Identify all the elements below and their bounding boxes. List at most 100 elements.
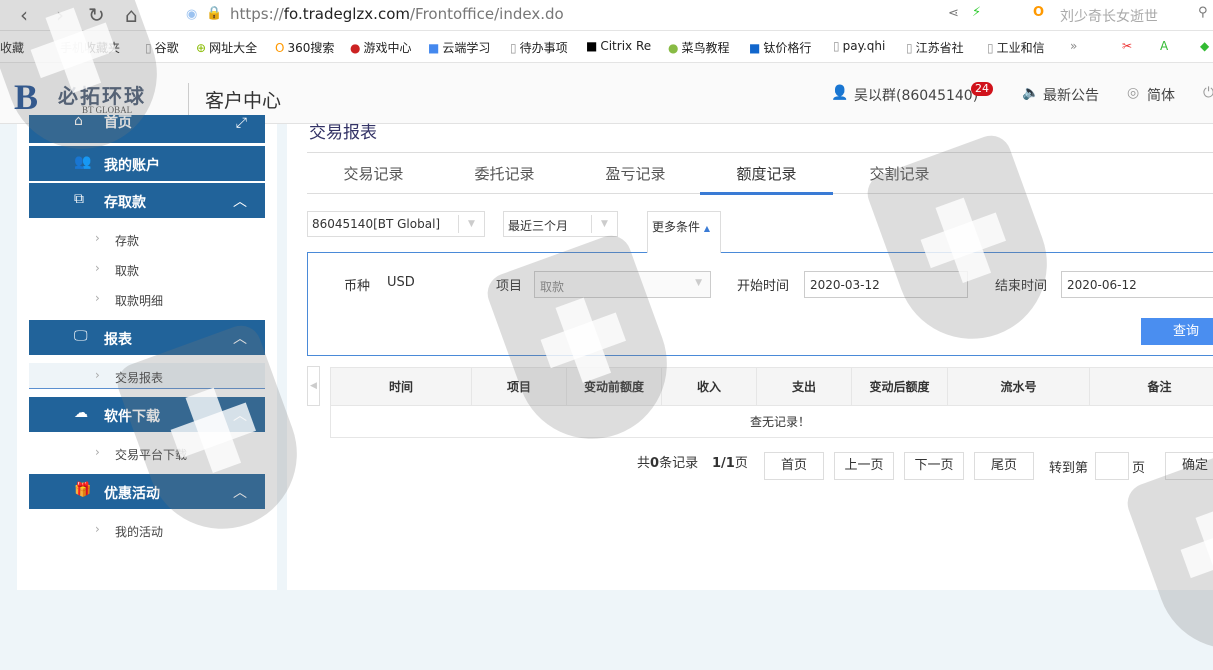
end-date-input[interactable]: 2020-06-12 <box>1061 271 1213 298</box>
item-select[interactable]: 取款▼ <box>534 271 711 298</box>
collapse-icon[interactable]: ⤢ <box>236 115 247 131</box>
address-bar[interactable]: https://fo.tradeglzx.com/Frontoffice/ind… <box>230 5 564 23</box>
last-page-button[interactable]: 尾页 <box>974 452 1034 480</box>
back-icon[interactable]: ‹ <box>20 3 28 27</box>
more-conditions-toggle[interactable]: 更多条件 ▲ <box>647 211 721 253</box>
account-select[interactable]: 86045140[BT Global]▼ <box>307 211 485 237</box>
item-label: 项目 <box>496 275 522 294</box>
search-icon[interactable]: ⚲ <box>1198 5 1208 20</box>
sidebar-item-reports[interactable]: 🖵报表︿ <box>29 320 265 355</box>
bookmark[interactable]: ●菜鸟教程 <box>668 39 730 56</box>
lock-warning-icon: 🔒 <box>206 6 222 21</box>
tab-order-records[interactable]: 委托记录 <box>438 163 571 184</box>
start-date-label: 开始时间 <box>737 275 789 294</box>
goto-page-suffix: 页 <box>1132 457 1145 476</box>
forward-icon[interactable]: › <box>56 3 64 27</box>
period-select[interactable]: 最近三个月▼ <box>503 211 618 237</box>
bookmark[interactable]: ⊕网址大全 <box>196 39 257 56</box>
bookmark[interactable]: ▯工业和信 <box>987 39 1045 56</box>
header-title: 客户中心 <box>205 86 281 113</box>
bookmark[interactable]: O360搜索 <box>275 39 334 56</box>
confirm-button[interactable]: 确定 <box>1165 452 1213 480</box>
currency-label: 币种 <box>344 275 370 294</box>
chevron-up-icon: ︿ <box>233 328 247 348</box>
page-title: 交易报表 <box>309 118 377 143</box>
sidebar-item-home[interactable]: ⌂首页⤢ <box>29 115 265 143</box>
prev-page-button[interactable]: 上一页 <box>834 452 894 480</box>
caret-up-icon: ▲ <box>704 224 710 233</box>
bookmark[interactable]: 手机收藏夹 <box>60 39 120 56</box>
sidebar-item-funds[interactable]: ⧉存取款︿ <box>29 183 265 218</box>
notice-link[interactable]: 最新公告 <box>1043 85 1099 105</box>
language-link[interactable]: 简体 <box>1147 85 1175 105</box>
bookmarks-bar: 收藏 手机收藏夹 ▯谷歌 ⊕网址大全 O360搜索 ●游戏中心 ■云端学习 ▯待… <box>0 31 1213 63</box>
empty-message: 查无记录！ <box>331 406 1213 438</box>
bookmark[interactable]: ■Citrix Re <box>586 39 651 53</box>
bookmark[interactable]: ▯待办事项 <box>510 39 568 56</box>
monitor-chart-icon: 🖵 <box>74 328 88 344</box>
notification-badge[interactable]: 24 <box>971 82 993 96</box>
bookmark[interactable]: ▯谷歌 <box>145 39 179 56</box>
divider <box>188 83 189 116</box>
goto-page-input[interactable] <box>1095 452 1129 480</box>
user-name[interactable]: 吴以群(86045140) <box>854 85 978 105</box>
column-header: 收入 <box>662 368 757 406</box>
query-button[interactable]: 查询 <box>1141 318 1213 345</box>
chevron-up-icon: ︿ <box>233 191 247 211</box>
search-input[interactable]: 刘少奇长女逝世 <box>1060 6 1158 26</box>
first-page-button[interactable]: 首页 <box>764 452 824 480</box>
sidebar-subitem-platform-download[interactable]: ›交易平台下载 <box>29 440 265 466</box>
site-icon: ◉ <box>186 7 197 22</box>
bookmark[interactable]: ▯pay.qhi <box>833 39 885 53</box>
sidebar-subitem-my-activities[interactable]: ›我的活动 <box>29 517 265 543</box>
sidebar-subitem-deposit[interactable]: ›存款 <box>29 226 265 252</box>
sidebar: ⌂首页⤢ 👥我的账户 ⧉存取款︿ ›存款 ›取款 ›取款明细 🖵报表︿ ›交易报… <box>17 124 277 590</box>
tab-delivery-records[interactable]: 交割记录 <box>833 163 966 184</box>
chevron-down-icon: ▼ <box>591 215 617 233</box>
column-header: 变动后额度 <box>852 368 948 406</box>
column-header: 变动前额度 <box>567 368 662 406</box>
sidebar-item-account[interactable]: 👥我的账户 <box>29 146 265 181</box>
share-icon[interactable]: ⋖ <box>948 6 959 21</box>
bookmark[interactable]: ■钛价格行 <box>749 39 811 56</box>
sidebar-subitem-trade-report[interactable]: ›交易报表 <box>29 363 265 389</box>
lightning-icon[interactable]: ⚡ <box>972 5 981 20</box>
logo-icon: B <box>14 76 38 118</box>
user-icon: 👤 <box>831 85 848 101</box>
bookmark[interactable]: ●游戏中心 <box>350 39 412 56</box>
next-page-button[interactable]: 下一页 <box>904 452 964 480</box>
column-header: 项目 <box>472 368 567 406</box>
sidebar-subitem-withdraw-detail[interactable]: ›取款明细 <box>29 286 265 312</box>
sidebar-item-download[interactable]: ☁软件下载︿ <box>29 397 265 432</box>
bookmark[interactable]: ▯江苏省社 <box>906 39 964 56</box>
column-header: 备注 <box>1090 368 1213 406</box>
home-icon[interactable]: ⌂ <box>125 3 138 27</box>
start-date-input[interactable]: 2020-03-12 <box>804 271 968 298</box>
search-engine-icon[interactable]: O <box>1033 5 1044 20</box>
chevron-up-icon: ︿ <box>233 405 247 425</box>
globe-icon: ◎ <box>1127 85 1139 101</box>
sidebar-item-promo[interactable]: 🎁优惠活动︿ <box>29 474 265 509</box>
users-icon: 👥 <box>74 154 91 170</box>
wallet-icon: ⧉ <box>74 191 84 207</box>
browser-toolbar: ‹ › ↻ ⌂ ◉ 🔒 https://fo.tradeglzx.com/Fro… <box>0 0 1213 31</box>
tab-pnl-records[interactable]: 盈亏记录 <box>569 163 702 184</box>
more-bookmarks-button[interactable]: » <box>1070 39 1077 53</box>
tab-quota-records[interactable]: 额度记录 <box>700 163 833 195</box>
gift-icon: 🎁 <box>74 482 91 498</box>
records-table: 时间 项目 变动前额度 收入 支出 变动后额度 流水号 备注 查无记录！ <box>330 367 1213 438</box>
sidebar-subitem-withdraw[interactable]: ›取款 <box>29 256 265 282</box>
scroll-left-button[interactable]: ◀ <box>307 366 320 406</box>
bookmark[interactable]: 收藏 <box>0 39 24 56</box>
reload-icon[interactable]: ↻ <box>88 3 105 27</box>
power-icon[interactable]: ⏻ <box>1203 85 1213 101</box>
bookmark[interactable]: ■云端学习 <box>428 39 490 56</box>
main-content: 交易报表 交易记录 委托记录 盈亏记录 额度记录 交割记录 86045140[B… <box>287 124 1213 590</box>
currency-value: USD <box>387 275 415 290</box>
chevron-down-icon: ▼ <box>458 215 484 233</box>
tab-trade-records[interactable]: 交易记录 <box>307 163 440 184</box>
translate-icon[interactable]: A <box>1160 39 1168 53</box>
shield-icon[interactable]: ◆ <box>1200 39 1209 53</box>
scissors-icon[interactable]: ✂ <box>1122 39 1132 53</box>
record-count: 共0条记录 <box>637 452 698 471</box>
